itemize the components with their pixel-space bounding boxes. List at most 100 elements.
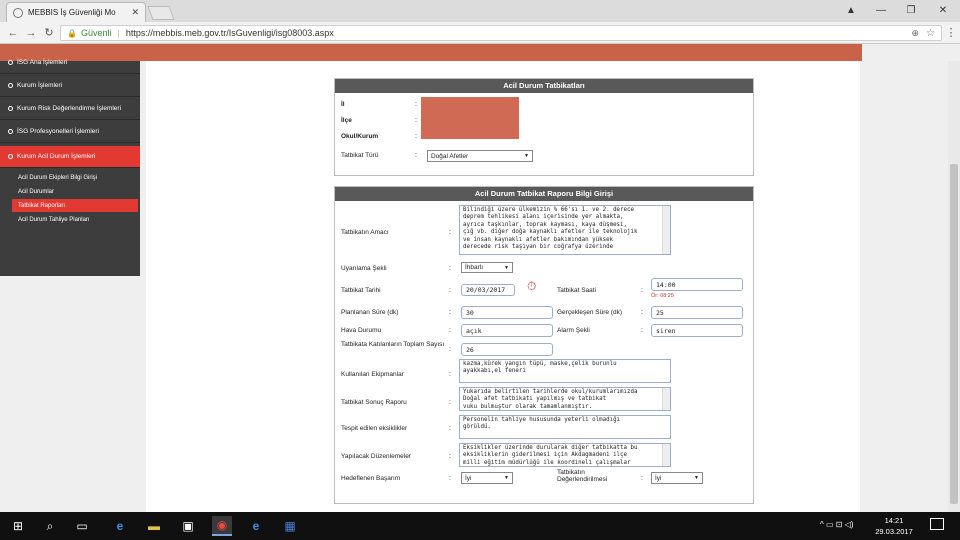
new-tab-button[interactable] (147, 6, 175, 20)
ekipman-textarea[interactable]: kazma,kürek yangın tüpü, maske,çelik bur… (459, 359, 671, 383)
sidebar-item-label: Kurum İşlemleri (17, 82, 63, 89)
sonuc-textarea[interactable]: Yukarıda belirtilen tarihlerde okul/kuru… (459, 387, 671, 411)
profile-icon[interactable]: ▲ (836, 0, 866, 20)
clock-time: 14:21 (884, 516, 904, 525)
alarm-input[interactable]: siren (651, 324, 743, 337)
amac-textarea[interactable]: Bilindiği üzere ülkemizin % 66'sı 1. ve … (459, 205, 671, 255)
taskbar-clock[interactable]: 14:21 29.03.2017 (868, 515, 920, 537)
sidebar-item-label: İSG Profesyonelleri İşlemleri (17, 128, 99, 135)
redacted-region (421, 97, 519, 139)
tatbikat-turu-label: Tatbikat Türü (341, 152, 379, 159)
degerlendirme-select[interactable]: İyi ▼ (651, 472, 703, 484)
panel-title: Acil Durum Tatbikatları (335, 79, 753, 93)
eksik-label: Tespit edilen eksiklikler (341, 425, 408, 432)
sidebar-item-label: Kurum Risk Değerlendirme İşlemleri (17, 105, 122, 112)
subitem-tatbikat-raporlari[interactable]: Tatbikat Raporları (12, 199, 138, 212)
file-explorer-icon[interactable]: ▬ (144, 516, 164, 536)
sidebar-item-acil-durum[interactable]: Kurum Acil Durum İşlemleri (0, 146, 140, 168)
sidebar-item-profesyonel[interactable]: İSG Profesyonelleri İşlemleri (0, 121, 140, 143)
security-label: Güvenli (80, 28, 112, 38)
saat-label: Tatbikat Saati (557, 287, 597, 294)
sidebar: İSG Ana İşlemleri Kurum İşlemleri Kurum … (0, 59, 140, 276)
sidebar-item-kurum[interactable]: Kurum İşlemleri (0, 75, 140, 97)
duzen-label: Yapılacak Düzenlemeler (341, 453, 411, 460)
katilan-input[interactable]: 26 (461, 343, 553, 356)
degerlendirme-label: Tatbikatın Değerlendirilmesi (557, 469, 608, 483)
ekipman-label: Kullanılan Ekipmanlar (341, 371, 404, 378)
planlanan-input[interactable]: 30 (461, 306, 553, 319)
basari-label: Hedeflenen Başarım (341, 475, 401, 482)
close-tab-icon[interactable]: ✕ (131, 7, 139, 18)
duzen-textarea[interactable]: Eksiklikler üzerinde durularak diğer tat… (459, 443, 671, 467)
reload-icon[interactable]: ↻ (42, 26, 56, 40)
store-icon[interactable]: ▣ (178, 516, 198, 536)
circle-icon (8, 60, 13, 65)
url-text: https://mebbis.meb.gov.tr/IsGuvenligi/is… (125, 28, 334, 38)
subitem-ekip-bilgi[interactable]: Acil Durum Ekipleri Bilgi Girişi (12, 171, 138, 184)
maximize-button[interactable]: ❐ (896, 0, 926, 20)
back-icon[interactable]: ← (6, 26, 20, 40)
word-app-icon[interactable]: ▦ (280, 516, 300, 536)
sonuc-label: Tatbikat Sonuç Raporu (341, 399, 407, 406)
subitem-tahliye-planlari[interactable]: Acil Durum Tahliye Planları (12, 213, 138, 226)
circle-icon (8, 154, 13, 159)
basari-select[interactable]: İyi ▼ (461, 472, 513, 484)
scrollbar[interactable] (662, 388, 670, 410)
task-view-icon[interactable]: ▭ (72, 516, 92, 536)
subitem-acil-durumlar[interactable]: Acil Durumlar (12, 185, 138, 198)
menu-icon[interactable]: ⋮ (944, 26, 958, 40)
scrollbar[interactable] (662, 206, 670, 254)
browser-tab-strip: MEBBIS İş Güvenliği Mo ✕ ▲ — ❐ ✕ (0, 0, 960, 22)
system-tray-icons[interactable]: ^ ▭ ⊡ ◁) (820, 520, 854, 529)
stopwatch-icon[interactable]: ⏱ (527, 279, 536, 294)
hava-input[interactable]: açık (461, 324, 553, 337)
saat-input[interactable]: 14:00 (651, 278, 743, 291)
circle-icon (8, 106, 13, 111)
eksik-textarea[interactable]: Personelin tahliye hususunda yeterli olm… (459, 415, 671, 439)
sidebar-item-isg-main[interactable]: İSG Ana İşlemleri (0, 52, 140, 74)
planlanan-label: Planlanan Süre (dk) (341, 309, 399, 316)
start-windows-icon[interactable]: ⊞ (8, 516, 28, 536)
okul-label: Okul/Kurum (341, 133, 379, 140)
tab-title: MEBBIS İş Güvenliği Mo (28, 8, 116, 17)
scrollbar[interactable] (662, 444, 670, 466)
chevron-down-icon: ▼ (694, 475, 699, 481)
web-page: İSG Ana İşlemleri Kurum İşlemleri Kurum … (0, 44, 960, 512)
search-icon[interactable]: ⌕ (40, 516, 60, 536)
scrollbar-thumb[interactable] (950, 164, 958, 504)
chrome-icon[interactable]: ◉ (212, 516, 232, 536)
chevron-down-icon: ▼ (504, 475, 509, 481)
lock-icon: 🔒 (67, 28, 77, 38)
address-bar[interactable]: 🔒 Güvenli | https://mebbis.meb.gov.tr/Is… (60, 25, 942, 41)
minimize-button[interactable]: — (866, 0, 896, 20)
browser-toolbar: ← → ↻ 🔒 Güvenli | https://mebbis.meb.gov… (0, 22, 960, 44)
clock-date: 29.03.2017 (875, 527, 913, 536)
tarih-input[interactable]: 20/03/2017 (461, 284, 515, 296)
windows-taskbar: ⊞ ⌕ ▭ e ▬ ▣ ◉ e ▦ ^ ▭ ⊡ ◁) 14:21 29.03.2… (0, 512, 960, 540)
bookmark-star-icon[interactable]: ☆ (926, 28, 935, 39)
sidebar-item-risk[interactable]: Kurum Risk Değerlendirme İşlemleri (0, 98, 140, 120)
tatbikat-panel: Acil Durum Tatbikatları İl : İlçe : Okul… (334, 78, 754, 176)
gercek-input[interactable]: 25 (651, 306, 743, 319)
amac-label: Tatbikatın Amacı (341, 229, 389, 236)
forward-icon[interactable]: → (24, 26, 38, 40)
il-label: İl (341, 101, 345, 108)
zoom-icon[interactable]: ⊕ (911, 28, 919, 39)
notification-icon[interactable] (930, 518, 944, 530)
sidebar-item-label: İSG Ana İşlemleri (17, 59, 68, 66)
gercek-label: Gerçekleşen Süre (dk) (557, 309, 623, 316)
hava-label: Hava Durumu (341, 327, 382, 334)
tatbikat-turu-select[interactable]: Doğal Afetler ▼ (427, 150, 533, 162)
circle-icon (8, 129, 13, 134)
circle-icon (8, 83, 13, 88)
uyarma-select[interactable]: İhbarlı ▼ (461, 262, 513, 273)
site-favicon-icon (13, 7, 23, 18)
alarm-label: Alarm Şekli (557, 327, 590, 334)
edge-browser-icon[interactable]: e (110, 516, 130, 536)
katilan-label: Tatbikata Katılanların Toplam Sayısı (341, 341, 445, 348)
internet-explorer-icon[interactable]: e (246, 516, 266, 536)
chevron-down-icon: ▼ (524, 153, 529, 159)
sidebar-item-label: Kurum Acil Durum İşlemleri (17, 153, 96, 160)
browser-tab[interactable]: MEBBIS İş Güvenliği Mo ✕ (6, 2, 146, 22)
close-window-button[interactable]: ✕ (928, 0, 958, 20)
